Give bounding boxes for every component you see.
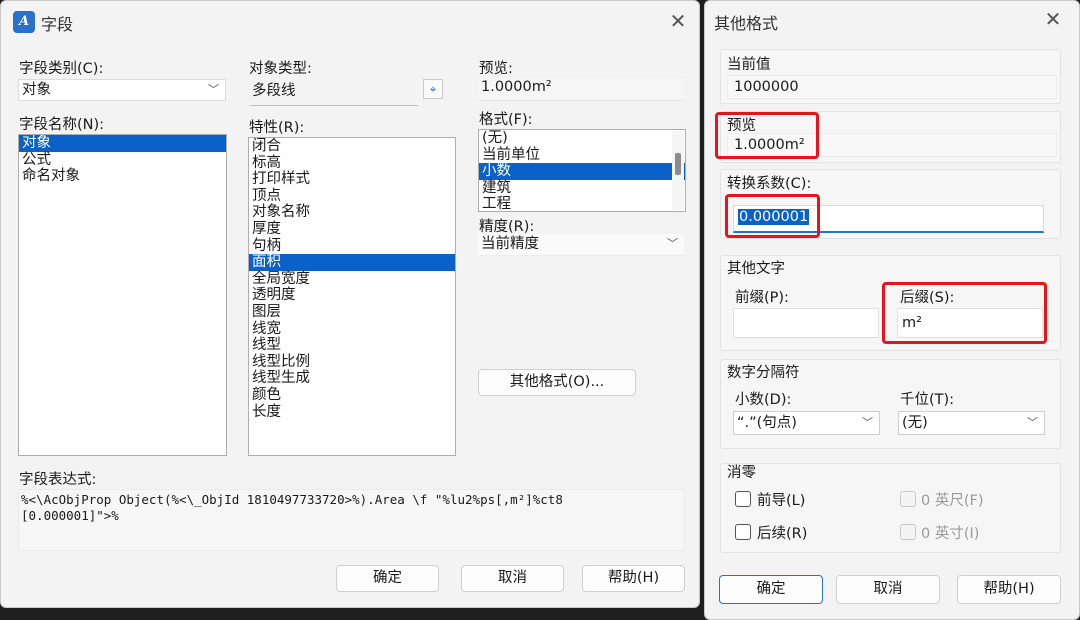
other-format-dialog: 其他格式 ✕ 当前值 1000000 预览 1.0000m² 转换系数(C): …: [704, 0, 1080, 620]
conversion-value: 0.000001: [738, 209, 810, 225]
preview-label: 预览: [727, 118, 756, 134]
chevron-down-icon: ﹀: [667, 237, 678, 250]
property-list-item[interactable]: 透明度: [249, 287, 455, 304]
field-dialog: A 字段 ✕ 字段类别(C): 对象 ﹀ 字段名称(N): 对象 公式 命名对象 对…: [0, 0, 700, 608]
thousands-label: 千位(T):: [900, 392, 955, 408]
format-label: 格式(F):: [479, 112, 533, 128]
object-type-label: 对象类型:: [249, 61, 312, 77]
chevron-down-icon: ﹀: [862, 416, 873, 429]
current-value-label: 当前值: [727, 57, 771, 73]
preview-field: 1.0000m²: [727, 133, 1057, 157]
inches-checkbox[interactable]: [900, 524, 916, 540]
field-name-list-item[interactable]: 公式: [19, 152, 226, 169]
app-logo-icon: A: [13, 11, 35, 33]
property-list-item[interactable]: 闭合: [249, 138, 455, 155]
leading-label: 前导(L): [757, 493, 806, 509]
ok-button[interactable]: 确定: [336, 565, 439, 592]
chevron-down-icon: ﹀: [208, 83, 219, 96]
trailing-label: 后续(R): [757, 526, 808, 542]
prefix-label: 前缀(P):: [735, 290, 789, 306]
cancel-button[interactable]: 取消: [461, 565, 564, 592]
ok-button[interactable]: 确定: [719, 575, 823, 604]
property-list-item[interactable]: 图层: [249, 304, 455, 321]
format-list-item[interactable]: 小数: [479, 163, 685, 180]
property-list-item[interactable]: 面积: [249, 254, 455, 271]
expression-box: %<\AcObjProp Object(%<\_ObjId 1810497733…: [18, 489, 685, 551]
field-category-label: 字段类别(C):: [19, 61, 104, 77]
conversion-input[interactable]: 0.000001: [733, 205, 1044, 233]
other-format-title: 其他格式: [714, 14, 779, 33]
expression-label: 字段表达式:: [19, 472, 97, 488]
property-list-item[interactable]: 对象名称: [249, 204, 455, 221]
field-dialog-titlebar: A 字段 ✕: [1, 1, 699, 41]
format-list-item[interactable]: 当前单位: [479, 147, 685, 164]
help-button[interactable]: 帮助(H): [957, 575, 1061, 604]
inches-label: 0 英寸(I): [921, 526, 980, 542]
cancel-button[interactable]: 取消: [836, 575, 940, 604]
decimal-value: “.”(句点): [737, 415, 797, 431]
property-list-item[interactable]: 长度: [249, 404, 455, 421]
precision-value: 当前精度: [481, 236, 539, 252]
decimal-label: 小数(D):: [735, 392, 792, 408]
field-name-list-item[interactable]: 对象: [19, 135, 226, 152]
preview-label: 预览:: [479, 61, 513, 77]
close-icon[interactable]: ✕: [663, 7, 693, 35]
expression-line-1: %<\AcObjProp Object(%<\_ObjId 1810497733…: [21, 492, 563, 507]
feet-checkbox[interactable]: [900, 491, 916, 507]
property-list-item[interactable]: 线型比例: [249, 354, 455, 371]
property-list-item[interactable]: 打印样式: [249, 171, 455, 188]
suffix-label: 后缀(S):: [900, 290, 955, 306]
zero-suppression-label: 消零: [727, 465, 756, 481]
thousands-value: (无): [902, 415, 928, 431]
property-list-item[interactable]: 顶点: [249, 188, 455, 205]
scrollbar-thumb[interactable]: [675, 153, 681, 175]
property-list-item[interactable]: 厚度: [249, 221, 455, 238]
format-scrollbar[interactable]: [672, 131, 684, 210]
expression-line-2: [0.000001]">%: [21, 508, 119, 523]
field-name-listbox[interactable]: 对象 公式 命名对象: [18, 134, 227, 456]
property-label: 特性(R):: [249, 120, 305, 136]
format-listbox[interactable]: (无) 当前单位 小数 建筑 工程: [478, 129, 686, 212]
format-list-item[interactable]: 工程: [479, 196, 685, 211]
precision-label: 精度(R):: [479, 219, 535, 235]
feet-label: 0 英尺(F): [921, 493, 984, 509]
trailing-checkbox[interactable]: [735, 524, 751, 540]
other-format-titlebar: 其他格式 ✕: [705, 1, 1079, 41]
object-type-value: 多段线: [250, 79, 418, 106]
separator-label: 数字分隔符: [727, 365, 800, 381]
conversion-label: 转换系数(C):: [727, 176, 812, 192]
precision-select[interactable]: 当前精度 ﹀: [478, 234, 684, 256]
field-category-select[interactable]: 对象 ﹀: [18, 79, 226, 101]
prefix-input[interactable]: [733, 308, 879, 338]
property-list-item[interactable]: 标高: [249, 155, 455, 172]
field-dialog-title: 字段: [41, 15, 74, 34]
property-list-item[interactable]: 线型生成: [249, 370, 455, 387]
property-list-item[interactable]: 全局宽度: [249, 271, 455, 288]
select-objects-icon[interactable]: ⌖: [423, 79, 443, 99]
suffix-input[interactable]: m²: [897, 308, 1043, 338]
property-list-item[interactable]: 句柄: [249, 238, 455, 255]
field-name-list-item[interactable]: 命名对象: [19, 168, 226, 185]
leading-checkbox[interactable]: [735, 491, 751, 507]
other-format-button[interactable]: 其他格式(O)...: [478, 369, 636, 396]
close-icon[interactable]: ✕: [1038, 5, 1068, 33]
current-value-field: 1000000: [727, 75, 1057, 99]
property-list-item[interactable]: 线宽: [249, 321, 455, 338]
format-list-item[interactable]: (无): [479, 130, 685, 147]
other-text-label: 其他文字: [727, 261, 785, 277]
format-list-item[interactable]: 建筑: [479, 180, 685, 197]
field-name-label: 字段名称(N):: [19, 117, 105, 133]
help-button[interactable]: 帮助(H): [582, 565, 685, 592]
field-category-value: 对象: [22, 82, 51, 98]
property-list-item[interactable]: 颜色: [249, 387, 455, 404]
preview-value: 1.0000m²: [479, 79, 684, 101]
property-list-item[interactable]: 线型: [249, 337, 455, 354]
decimal-select[interactable]: “.”(句点) ﹀: [733, 411, 880, 435]
property-listbox[interactable]: 闭合 标高 打印样式 顶点 对象名称 厚度 句柄 面积 全局宽度 透明度 图层 线宽 线型 线型比例 线型生…: [248, 137, 456, 456]
chevron-down-icon: ﹀: [1027, 416, 1038, 429]
thousands-select[interactable]: (无) ﹀: [898, 411, 1045, 435]
